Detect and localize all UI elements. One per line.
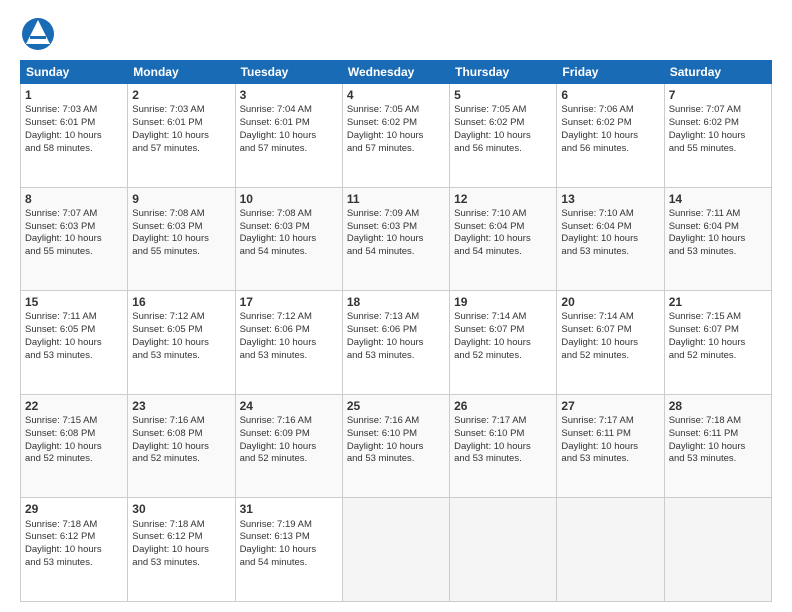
day-number: 15 <box>25 294 123 310</box>
calendar-cell <box>342 498 449 602</box>
calendar-cell: 18Sunrise: 7:13 AMSunset: 6:06 PMDayligh… <box>342 291 449 395</box>
day-number: 10 <box>240 191 338 207</box>
calendar-cell: 14Sunrise: 7:11 AMSunset: 6:04 PMDayligh… <box>664 187 771 291</box>
day-number: 2 <box>132 87 230 103</box>
day-number: 9 <box>132 191 230 207</box>
calendar-cell: 25Sunrise: 7:16 AMSunset: 6:10 PMDayligh… <box>342 394 449 498</box>
day-number: 14 <box>669 191 767 207</box>
calendar-cell <box>664 498 771 602</box>
calendar-cell: 10Sunrise: 7:08 AMSunset: 6:03 PMDayligh… <box>235 187 342 291</box>
calendar-cell: 26Sunrise: 7:17 AMSunset: 6:10 PMDayligh… <box>450 394 557 498</box>
header <box>20 16 772 52</box>
day-number: 31 <box>240 501 338 517</box>
calendar-cell: 16Sunrise: 7:12 AMSunset: 6:05 PMDayligh… <box>128 291 235 395</box>
day-number: 24 <box>240 398 338 414</box>
day-number: 12 <box>454 191 552 207</box>
day-number: 4 <box>347 87 445 103</box>
col-header-tuesday: Tuesday <box>235 61 342 84</box>
calendar-cell: 28Sunrise: 7:18 AMSunset: 6:11 PMDayligh… <box>664 394 771 498</box>
col-header-thursday: Thursday <box>450 61 557 84</box>
calendar-cell: 15Sunrise: 7:11 AMSunset: 6:05 PMDayligh… <box>21 291 128 395</box>
calendar-cell: 22Sunrise: 7:15 AMSunset: 6:08 PMDayligh… <box>21 394 128 498</box>
calendar-cell: 31Sunrise: 7:19 AMSunset: 6:13 PMDayligh… <box>235 498 342 602</box>
col-header-saturday: Saturday <box>664 61 771 84</box>
page: SundayMondayTuesdayWednesdayThursdayFrid… <box>0 0 792 612</box>
day-number: 7 <box>669 87 767 103</box>
day-number: 3 <box>240 87 338 103</box>
calendar-cell: 30Sunrise: 7:18 AMSunset: 6:12 PMDayligh… <box>128 498 235 602</box>
logo <box>20 16 60 52</box>
day-number: 29 <box>25 501 123 517</box>
calendar-week-row: 8Sunrise: 7:07 AMSunset: 6:03 PMDaylight… <box>21 187 772 291</box>
day-number: 28 <box>669 398 767 414</box>
day-number: 13 <box>561 191 659 207</box>
calendar-cell <box>557 498 664 602</box>
logo-icon <box>20 16 56 52</box>
col-header-wednesday: Wednesday <box>342 61 449 84</box>
calendar-week-row: 15Sunrise: 7:11 AMSunset: 6:05 PMDayligh… <box>21 291 772 395</box>
calendar-cell: 23Sunrise: 7:16 AMSunset: 6:08 PMDayligh… <box>128 394 235 498</box>
calendar-cell: 21Sunrise: 7:15 AMSunset: 6:07 PMDayligh… <box>664 291 771 395</box>
day-number: 11 <box>347 191 445 207</box>
calendar-cell: 19Sunrise: 7:14 AMSunset: 6:07 PMDayligh… <box>450 291 557 395</box>
calendar-week-row: 22Sunrise: 7:15 AMSunset: 6:08 PMDayligh… <box>21 394 772 498</box>
day-number: 19 <box>454 294 552 310</box>
day-number: 6 <box>561 87 659 103</box>
calendar-cell: 29Sunrise: 7:18 AMSunset: 6:12 PMDayligh… <box>21 498 128 602</box>
day-number: 22 <box>25 398 123 414</box>
day-number: 23 <box>132 398 230 414</box>
calendar-week-row: 29Sunrise: 7:18 AMSunset: 6:12 PMDayligh… <box>21 498 772 602</box>
day-number: 20 <box>561 294 659 310</box>
calendar-cell: 1Sunrise: 7:03 AMSunset: 6:01 PMDaylight… <box>21 84 128 188</box>
calendar-cell: 4Sunrise: 7:05 AMSunset: 6:02 PMDaylight… <box>342 84 449 188</box>
col-header-monday: Monday <box>128 61 235 84</box>
calendar-cell: 11Sunrise: 7:09 AMSunset: 6:03 PMDayligh… <box>342 187 449 291</box>
col-header-friday: Friday <box>557 61 664 84</box>
calendar-cell: 20Sunrise: 7:14 AMSunset: 6:07 PMDayligh… <box>557 291 664 395</box>
calendar-cell: 24Sunrise: 7:16 AMSunset: 6:09 PMDayligh… <box>235 394 342 498</box>
calendar-cell: 2Sunrise: 7:03 AMSunset: 6:01 PMDaylight… <box>128 84 235 188</box>
calendar-cell: 3Sunrise: 7:04 AMSunset: 6:01 PMDaylight… <box>235 84 342 188</box>
day-number: 1 <box>25 87 123 103</box>
day-number: 27 <box>561 398 659 414</box>
calendar-header-row: SundayMondayTuesdayWednesdayThursdayFrid… <box>21 61 772 84</box>
calendar-cell: 13Sunrise: 7:10 AMSunset: 6:04 PMDayligh… <box>557 187 664 291</box>
calendar-cell: 12Sunrise: 7:10 AMSunset: 6:04 PMDayligh… <box>450 187 557 291</box>
calendar-cell: 7Sunrise: 7:07 AMSunset: 6:02 PMDaylight… <box>664 84 771 188</box>
calendar-cell: 6Sunrise: 7:06 AMSunset: 6:02 PMDaylight… <box>557 84 664 188</box>
day-number: 30 <box>132 501 230 517</box>
day-number: 8 <box>25 191 123 207</box>
day-number: 26 <box>454 398 552 414</box>
calendar-cell: 8Sunrise: 7:07 AMSunset: 6:03 PMDaylight… <box>21 187 128 291</box>
day-number: 16 <box>132 294 230 310</box>
calendar-cell: 5Sunrise: 7:05 AMSunset: 6:02 PMDaylight… <box>450 84 557 188</box>
calendar-week-row: 1Sunrise: 7:03 AMSunset: 6:01 PMDaylight… <box>21 84 772 188</box>
day-number: 18 <box>347 294 445 310</box>
calendar-cell: 17Sunrise: 7:12 AMSunset: 6:06 PMDayligh… <box>235 291 342 395</box>
calendar-cell: 9Sunrise: 7:08 AMSunset: 6:03 PMDaylight… <box>128 187 235 291</box>
calendar-cell <box>450 498 557 602</box>
day-number: 21 <box>669 294 767 310</box>
day-number: 25 <box>347 398 445 414</box>
day-number: 5 <box>454 87 552 103</box>
calendar-cell: 27Sunrise: 7:17 AMSunset: 6:11 PMDayligh… <box>557 394 664 498</box>
col-header-sunday: Sunday <box>21 61 128 84</box>
day-number: 17 <box>240 294 338 310</box>
calendar-table: SundayMondayTuesdayWednesdayThursdayFrid… <box>20 60 772 602</box>
